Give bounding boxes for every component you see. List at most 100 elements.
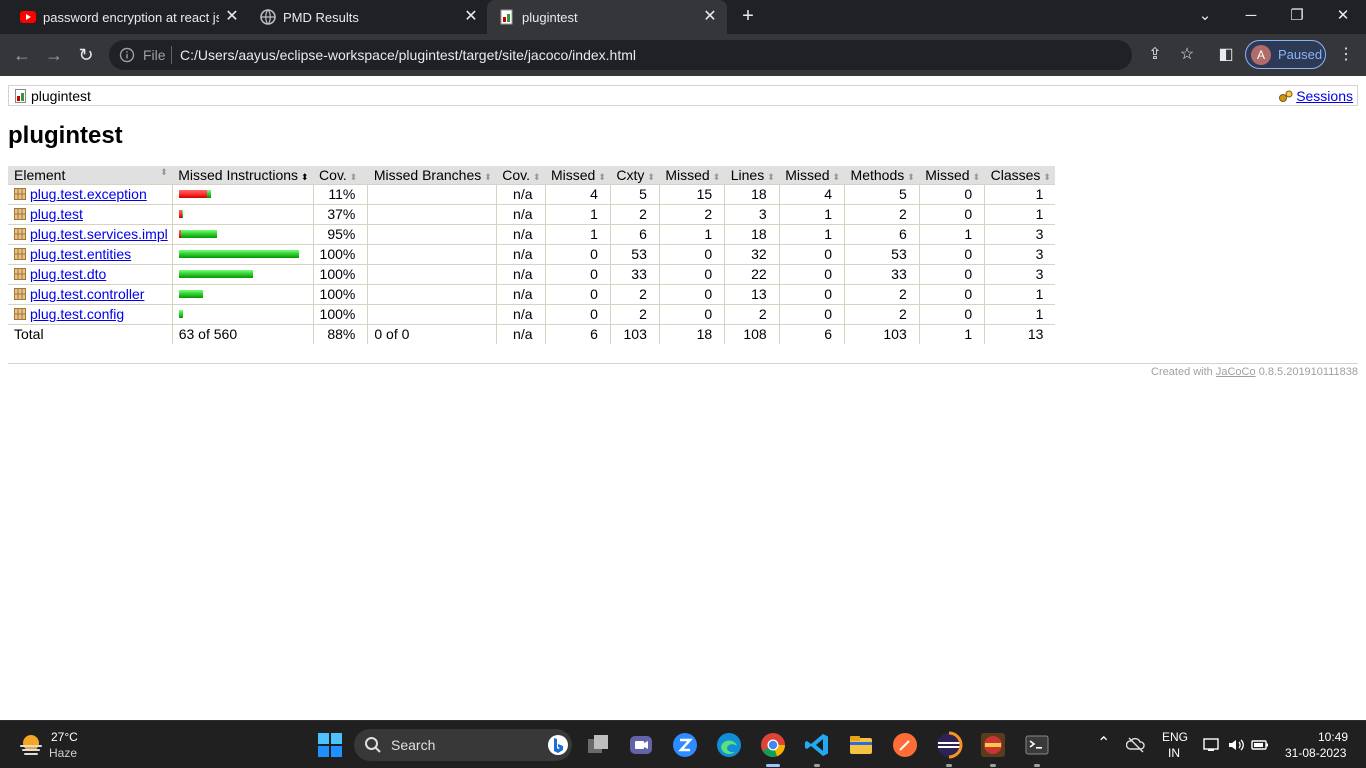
tab-search-chevron-icon[interactable]: ⌄ [1195,6,1215,26]
haze-weather-icon[interactable] [18,733,44,757]
windows-start-icon[interactable] [316,731,344,759]
column-header[interactable]: Missed ⬍ [545,166,611,184]
coverage-cell: 95% [313,223,369,244]
header-label: Cov. [319,166,347,183]
file-explorer-icon[interactable] [847,731,875,759]
forward-arrow-icon[interactable]: → [43,44,65,66]
element-cell: plug.test.exception [8,183,173,204]
battery-icon[interactable] [1250,735,1270,755]
coverage-cell: 100% [313,263,369,284]
eclipse-ee-icon[interactable] [979,731,1007,759]
reload-icon[interactable]: ↻ [75,44,97,66]
column-header[interactable]: Methods ⬍ [844,166,920,184]
address-bar[interactable]: File C:/Users/aayus/eclipse-workspace/pl… [109,40,1132,70]
sessions-label[interactable]: Sessions [1296,88,1353,104]
element-cell: plug.test [8,203,173,224]
taskbar-search[interactable]: Search [354,729,572,761]
missed-instructions-bar-cell [172,183,314,204]
tab-plugintest[interactable]: plugintest ✕ [487,0,727,34]
missed-lines-cell: 1 [659,223,726,244]
package-link[interactable]: plug.test.dto [30,266,106,282]
coverage-cell: 100% [313,303,369,324]
column-header[interactable]: Cov. ⬍ [496,166,545,184]
clock-date[interactable]: 31-08-2023 [1285,746,1346,760]
network-icon[interactable] [1202,735,1222,755]
url-text[interactable]: C:/Users/aayus/eclipse-workspace/plugint… [180,47,636,63]
column-header[interactable]: Cov. ⬍ [313,166,368,184]
package-link[interactable]: plug.test.services.impl [30,226,168,242]
column-header[interactable]: Classes ⬍ [984,166,1056,184]
column-header[interactable]: Missed Branches ⬍ [367,166,497,184]
close-window-icon[interactable]: ✕ [1333,6,1353,26]
lines-cell: 32 [724,243,780,264]
eclipse-icon[interactable] [935,731,963,759]
onedrive-offline-icon[interactable] [1126,735,1146,755]
coverage-table: Element ⬍ Missed Instructions ⬍ Cov. ⬍ Miss… [8,166,1056,344]
missed-instructions-bar-cell [172,263,314,284]
tab-strip: password encryption at react js - ✕ PMD … [0,0,1366,34]
back-arrow-icon[interactable]: ← [11,44,33,66]
missed-branches-cell [367,263,497,284]
minimize-icon[interactable]: ─ [1241,6,1261,26]
teams-chat-icon[interactable] [627,731,655,759]
info-icon[interactable] [119,47,135,63]
column-header[interactable]: Lines ⬍ [724,166,780,184]
volume-icon[interactable] [1226,735,1246,755]
table-header-row: Element ⬍ Missed Instructions ⬍ Cov. ⬍ Miss… [8,166,1056,184]
element-cell: plug.test.services.impl [8,223,173,244]
column-header[interactable]: Missed ⬍ [779,166,845,184]
language-indicator[interactable]: ENG [1162,730,1188,744]
header-label: Element [14,166,66,183]
missed-lines-cell: 0 [659,303,726,324]
tab-title: plugintest [522,10,578,25]
lines-cell: 18 [724,183,780,204]
edge-icon[interactable] [715,731,743,759]
tab-pmd-results[interactable]: PMD Results ✕ [240,0,488,34]
zoom-icon[interactable] [671,731,699,759]
close-icon[interactable]: ✕ [701,8,719,26]
terminal-icon[interactable] [1023,731,1051,759]
chrome-icon[interactable] [759,731,787,759]
package-link[interactable]: plug.test.exception [30,186,147,202]
total-missed-classes: 1 [919,323,986,344]
column-header[interactable]: Missed Instructions ⬍ [172,166,314,184]
jacoco-link[interactable]: JaCoCo [1216,366,1256,378]
sessions-link[interactable]: Sessions [1279,88,1353,104]
column-header[interactable]: Cxty ⬍ [610,166,660,184]
column-header[interactable]: Element ⬍ [8,166,173,184]
column-header[interactable]: Missed ⬍ [919,166,985,184]
total-missed-methods: 6 [779,323,846,344]
bookmark-star-icon[interactable]: ☆ [1177,45,1197,65]
menu-kebab-icon[interactable]: ⋮ [1336,45,1356,65]
share-icon[interactable]: ⇪ [1145,45,1165,65]
close-icon[interactable]: ✕ [462,8,480,26]
missed-lines-cell: 15 [659,183,726,204]
classes-cell: 3 [984,223,1056,244]
cxty-cell: 53 [610,243,660,264]
bing-icon[interactable] [547,734,569,756]
table-row: plug.test.dto 100% n/a 0 33 0 22 0 33 0 3 [8,263,1056,284]
package-icon [14,268,26,280]
package-link[interactable]: plug.test.entities [30,246,131,262]
profile-button[interactable]: A Paused [1245,40,1326,69]
postman-icon[interactable] [891,731,919,759]
sort-icon: ⬍ [160,166,168,177]
tray-overflow-chevron-icon[interactable]: ⌃ [1097,733,1110,753]
tab-youtube[interactable]: password encryption at react js - ✕ [0,0,248,34]
coverage-cell: 100% [313,283,369,304]
side-panel-icon[interactable]: ◧ [1216,45,1236,65]
vscode-icon[interactable] [803,731,831,759]
column-header[interactable]: Missed ⬍ [659,166,725,184]
total-methods: 103 [844,323,920,344]
total-missed-cxty: 6 [545,323,611,344]
package-link[interactable]: plug.test [30,206,83,222]
close-icon[interactable]: ✕ [223,8,241,26]
package-icon [14,248,26,260]
package-link[interactable]: plug.test.controller [30,286,144,302]
restore-icon[interactable]: ❐ [1287,6,1307,26]
package-link[interactable]: plug.test.config [30,306,124,322]
task-view-icon[interactable] [584,731,612,759]
clock-time[interactable]: 10:49 [1318,730,1348,744]
new-tab-button[interactable]: + [738,6,758,26]
input-region[interactable]: IN [1168,746,1180,760]
